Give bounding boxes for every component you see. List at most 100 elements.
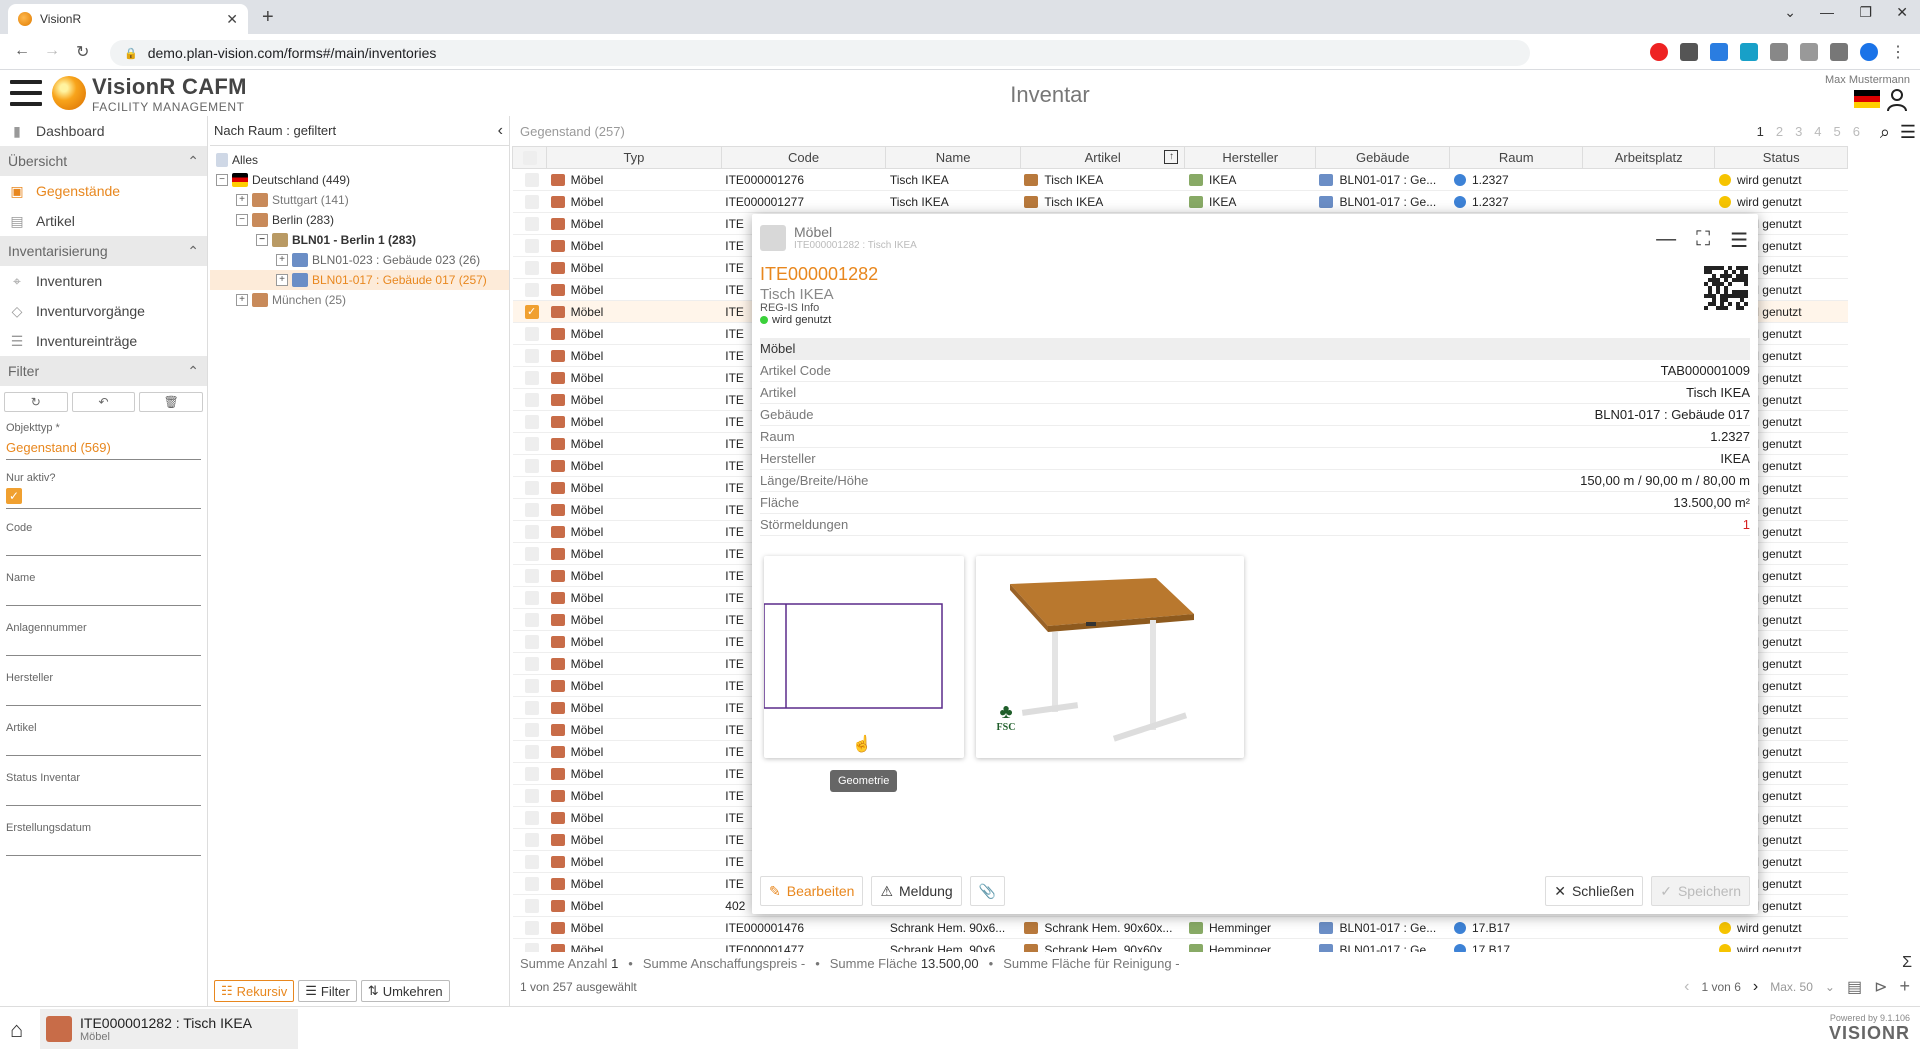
- row-checkbox[interactable]: [524, 876, 539, 891]
- product-image-card[interactable]: ♣ FSC: [976, 556, 1244, 758]
- row-checkbox[interactable]: [524, 480, 539, 495]
- row-checkbox[interactable]: [524, 370, 539, 385]
- row-select-cell[interactable]: [512, 806, 547, 829]
- property-value[interactable]: 1: [1743, 517, 1750, 532]
- row-select-cell[interactable]: [512, 168, 547, 191]
- row-checkbox[interactable]: ✓: [524, 304, 539, 319]
- filter-erstellungsdatum-input[interactable]: [6, 838, 201, 856]
- delete-filter-button[interactable]: 🗑: [139, 392, 204, 412]
- row-select-cell[interactable]: [512, 322, 547, 345]
- row-select-cell[interactable]: [512, 344, 547, 367]
- filter-nur-aktiv[interactable]: Nur aktiv? ✓: [0, 468, 207, 518]
- new-tab-icon[interactable]: +: [262, 6, 274, 29]
- filter-button[interactable]: ☰ Filter: [298, 980, 357, 1002]
- page-link[interactable]: 4: [1814, 124, 1821, 139]
- table-row[interactable]: Möbel ITE000001477 Schrank Hem. 90x6... Sch…: [512, 938, 1848, 952]
- column-header[interactable]: Code: [720, 146, 887, 169]
- extension-icon[interactable]: [1740, 43, 1758, 61]
- select-all-checkbox[interactable]: [522, 151, 537, 166]
- row-select-cell[interactable]: [512, 762, 547, 785]
- filter-code-input[interactable]: [6, 538, 201, 556]
- nav-inventuren[interactable]: ⌖ Inventuren: [0, 266, 207, 296]
- row-checkbox[interactable]: [524, 898, 539, 913]
- refresh-filter-button[interactable]: ↻: [4, 392, 68, 412]
- tree-node[interactable]: − BLN01 - Berlin 1 (283): [210, 230, 509, 250]
- cast-icon[interactable]: [1800, 43, 1818, 61]
- row-select-cell[interactable]: [512, 784, 547, 807]
- row-select-cell[interactable]: [512, 278, 547, 301]
- row-checkbox[interactable]: [524, 414, 539, 429]
- filter-status-inventar[interactable]: Status Inventar: [0, 768, 207, 818]
- table-row[interactable]: Möbel ITE000001277 Tisch IKEA Tisch IKEA IKE…: [512, 190, 1848, 213]
- filter-artikel-input[interactable]: [6, 738, 201, 756]
- window-close-icon[interactable]: ✕: [1896, 4, 1908, 21]
- row-checkbox[interactable]: [524, 216, 539, 231]
- nav-gegenstaende[interactable]: ▣ Gegenstände: [0, 176, 207, 206]
- collapse-icon[interactable]: −: [216, 174, 228, 186]
- reload-icon[interactable]: ↻: [76, 42, 89, 62]
- page-link[interactable]: 3: [1795, 124, 1802, 139]
- dialog-menu-icon[interactable]: ☰: [1730, 228, 1748, 253]
- row-checkbox[interactable]: [524, 348, 539, 363]
- row-select-cell[interactable]: [512, 916, 547, 939]
- expand-icon[interactable]: +: [236, 294, 248, 306]
- page-link[interactable]: 1: [1757, 124, 1764, 139]
- sidepanel-icon[interactable]: [1830, 43, 1848, 61]
- row-select-cell[interactable]: [512, 718, 547, 741]
- filter-anlagennummer[interactable]: Anlagennummer: [0, 618, 207, 668]
- nav-inventureintraege[interactable]: ☰ Inventureinträge: [0, 326, 207, 356]
- collapse-panel-icon[interactable]: ‹: [498, 122, 503, 140]
- home-icon[interactable]: ⌂: [10, 1017, 23, 1043]
- row-select-cell[interactable]: [512, 234, 547, 257]
- fullscreen-icon[interactable]: ⛶: [1696, 228, 1710, 253]
- tab-search-icon[interactable]: ⌄: [1784, 4, 1796, 21]
- row-checkbox[interactable]: [524, 788, 539, 803]
- row-checkbox[interactable]: [524, 568, 539, 583]
- row-checkbox[interactable]: [524, 458, 539, 473]
- browser-menu-icon[interactable]: ⋮: [1890, 42, 1906, 62]
- filter-anlagennummer-input[interactable]: [6, 638, 201, 656]
- row-code-cell[interactable]: ITE000001476: [721, 916, 886, 939]
- section-overview[interactable]: Übersicht ⌃: [0, 146, 207, 176]
- row-select-cell[interactable]: [512, 542, 547, 565]
- row-select-cell[interactable]: [512, 586, 547, 609]
- nav-artikel[interactable]: ▤ Artikel: [0, 206, 207, 236]
- tree-node[interactable]: − Berlin (283): [210, 210, 509, 230]
- url-field[interactable]: 🔒 demo.plan-vision.com/forms#/main/inven…: [110, 40, 1530, 66]
- profile-avatar-icon[interactable]: [1860, 43, 1878, 61]
- search-icon[interactable]: ⌕: [1880, 122, 1890, 143]
- column-header[interactable]: Hersteller: [1184, 146, 1316, 169]
- section-inventory[interactable]: Inventarisierung ⌃: [0, 236, 207, 266]
- row-checkbox[interactable]: [524, 634, 539, 649]
- qr-code-icon[interactable]: [1704, 266, 1748, 310]
- row-select-cell[interactable]: [512, 190, 547, 213]
- rekursiv-button[interactable]: ☷ Rekursiv: [214, 980, 295, 1002]
- row-select-cell[interactable]: [512, 696, 547, 719]
- row-select-cell[interactable]: [512, 938, 547, 952]
- nav-dashboard[interactable]: ▮ Dashboard: [0, 116, 207, 146]
- row-checkbox[interactable]: [524, 920, 539, 935]
- row-checkbox[interactable]: [524, 722, 539, 737]
- forward-icon[interactable]: →: [44, 42, 60, 60]
- tree-node[interactable]: − Deutschland (449): [210, 170, 509, 190]
- row-code-cell[interactable]: ITE000001276: [721, 168, 886, 191]
- next-page-icon[interactable]: ›: [1753, 978, 1758, 996]
- filter-hersteller-input[interactable]: [6, 688, 201, 706]
- row-select-cell[interactable]: [512, 432, 547, 455]
- filter-objekttyp[interactable]: Objekttyp * Gegenstand (569): [0, 418, 207, 468]
- table-row[interactable]: Möbel ITE000001276 Tisch IKEA Tisch IKEA IKE…: [512, 168, 1848, 191]
- row-select-cell[interactable]: [512, 564, 547, 587]
- row-select-cell[interactable]: ✓: [512, 300, 547, 323]
- select-all-column[interactable]: [512, 146, 548, 169]
- row-select-cell[interactable]: [512, 630, 547, 653]
- row-checkbox[interactable]: [524, 766, 539, 781]
- row-checkbox[interactable]: [524, 700, 539, 715]
- section-filter[interactable]: Filter ⌃: [0, 356, 207, 386]
- row-checkbox[interactable]: [524, 392, 539, 407]
- row-checkbox[interactable]: [524, 436, 539, 451]
- edit-button[interactable]: ✎ Bearbeiten: [760, 876, 864, 906]
- row-checkbox[interactable]: [524, 546, 539, 561]
- sigma-icon[interactable]: Σ: [1902, 954, 1912, 972]
- chevron-down-icon[interactable]: ⌄: [1825, 980, 1835, 994]
- row-select-cell[interactable]: [512, 828, 547, 851]
